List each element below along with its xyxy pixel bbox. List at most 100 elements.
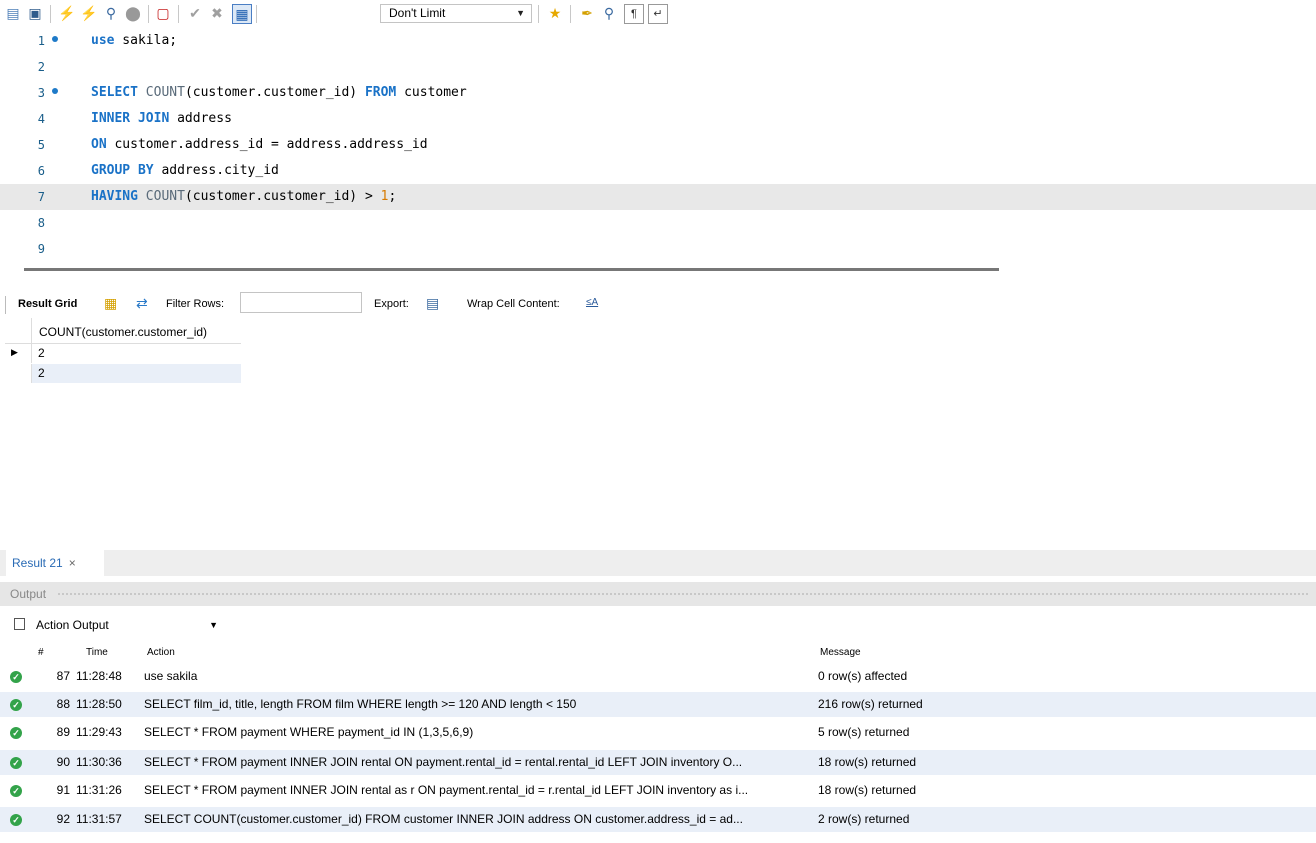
toolbar-grip (5, 296, 6, 314)
find-icon[interactable]: ⚲ (600, 4, 618, 22)
row-time: 11:31:26 (76, 783, 122, 797)
sql-editor[interactable]: 1 use sakila; 2 3 SELECT COUNT(customer.… (0, 28, 1316, 262)
toolbar-separator (570, 5, 571, 23)
row-number: 89 (56, 725, 70, 739)
result-grid-toolbar: Result Grid ▦ ⇄ Filter Rows: Export: ▤ W… (0, 292, 1316, 318)
editor-line: 8 (0, 210, 1316, 236)
export-label: Export: (374, 298, 409, 310)
result-tab-bar: Result 21 × (0, 550, 1316, 576)
bookmark-icon[interactable]: ★ (546, 4, 564, 22)
wrap-cell-icon[interactable]: ≤A (586, 297, 598, 308)
table-row[interactable]: 2 (5, 364, 241, 383)
success-check-icon: ✓ (10, 699, 22, 711)
row-message: 216 row(s) returned (818, 697, 923, 711)
statement-marker-icon (52, 88, 58, 94)
editor-line: 1 use sakila; (0, 28, 1316, 54)
open-folder-icon[interactable]: ▤ (4, 4, 22, 22)
output-row[interactable]: ✓ 88 11:28:50 SELECT film_id, title, len… (0, 692, 1316, 717)
output-type-select[interactable]: Action Output ▼ (36, 614, 226, 636)
editor-line: 2 (0, 54, 1316, 80)
column-header[interactable]: COUNT(customer.customer_id) (39, 325, 207, 339)
output-row[interactable]: ✓ 91 11:31:26 SELECT * FROM payment INNE… (0, 778, 1316, 803)
row-action: SELECT * FROM payment INNER JOIN rental … (144, 755, 743, 769)
cell-value[interactable]: 2 (38, 346, 45, 360)
explain-icon[interactable]: ⚲ (102, 4, 120, 22)
execute-current-icon[interactable]: ⚡ (80, 4, 98, 22)
line-number: 8 (37, 216, 45, 230)
output-type-value: Action Output (36, 618, 109, 632)
execute-icon[interactable]: ⚡ (58, 4, 76, 22)
row-time: 11:29:43 (76, 725, 122, 739)
autocommit-icon[interactable]: ▦ (232, 4, 252, 24)
row-action: SELECT * FROM payment INNER JOIN rental … (144, 783, 749, 797)
tab-result-21[interactable]: Result 21 × (6, 550, 104, 576)
col-message: Message (820, 647, 861, 658)
copy-icon[interactable] (14, 618, 25, 630)
row-number: 87 (56, 669, 70, 683)
col-time: Time (86, 647, 108, 658)
current-row-icon: ▶ (11, 347, 18, 357)
wrap-icon[interactable]: ↵ (648, 4, 668, 24)
chevron-down-icon: ▼ (209, 620, 218, 630)
editor-line: 6 GROUP BY address.city_id (0, 158, 1316, 184)
code-text: GROUP BY address.city_id (91, 163, 279, 178)
col-action: Action (147, 647, 175, 658)
output-row[interactable]: ✓ 87 11:28:48 use sakila 0 row(s) affect… (0, 664, 1316, 689)
grid-view-icon[interactable]: ▦ (104, 295, 117, 312)
result-grid-tab[interactable]: Result Grid (18, 298, 77, 310)
row-message: 18 row(s) returned (818, 755, 917, 769)
cell-value[interactable]: 2 (38, 366, 45, 380)
invisible-chars-icon[interactable]: ¶ (624, 4, 644, 24)
output-row[interactable]: ✓ 89 11:29:43 SELECT * FROM payment WHER… (0, 720, 1316, 745)
row-message: 18 row(s) returned (818, 783, 917, 797)
line-number: 3 (37, 86, 45, 100)
row-action: SELECT film_id, title, length FROM film … (144, 697, 577, 711)
stop-icon[interactable]: ⬤ (124, 4, 142, 22)
refresh-icon[interactable]: ⇄ (136, 295, 148, 312)
beautify-icon[interactable]: ✒ (578, 4, 596, 22)
editor-line: 9 (0, 236, 1316, 262)
output-title: Output (10, 587, 47, 601)
success-check-icon: ✓ (10, 785, 22, 797)
code-text: ON customer.address_id = address.address… (91, 137, 428, 152)
row-number: 91 (56, 783, 70, 797)
row-time: 11:31:57 (76, 812, 122, 826)
editor-horizontal-scrollbar[interactable] (24, 268, 999, 271)
row-limit-select[interactable]: Don't Limit ▼ (380, 4, 532, 23)
row-message: 0 row(s) affected (818, 669, 908, 683)
filter-rows-input[interactable] (240, 292, 362, 313)
toolbar-separator (538, 5, 539, 23)
line-number: 4 (37, 112, 45, 126)
row-time: 11:28:48 (76, 669, 122, 683)
row-time: 11:28:50 (76, 697, 122, 711)
row-limit-value: Don't Limit (389, 6, 446, 20)
success-check-icon: ✓ (10, 814, 22, 826)
code-text: use sakila; (91, 33, 178, 48)
toolbar-separator (256, 5, 257, 23)
save-icon[interactable]: ▣ (26, 4, 44, 22)
toolbar-separator (148, 5, 149, 23)
row-header: ▶ (5, 344, 32, 363)
output-row[interactable]: ✓ 92 11:31:57 SELECT COUNT(customer.cust… (0, 807, 1316, 832)
row-number: 92 (56, 812, 70, 826)
col-num: # (38, 647, 44, 658)
commit-icon[interactable]: ✔ (186, 4, 204, 22)
output-table-header: # Time Action Message (0, 645, 1316, 663)
line-number: 1 (37, 34, 45, 48)
row-action: SELECT * FROM payment WHERE payment_id I… (144, 725, 474, 739)
close-icon[interactable]: × (69, 556, 76, 570)
output-panel-header: Output (0, 582, 1316, 606)
filter-rows-label: Filter Rows: (166, 298, 225, 310)
toggle-continue-icon[interactable]: ▢ (154, 4, 172, 22)
panel-grip (58, 593, 1308, 597)
output-row[interactable]: ✓ 90 11:30:36 SELECT * FROM payment INNE… (0, 750, 1316, 775)
rollback-icon[interactable]: ✖ (208, 4, 226, 22)
chevron-down-icon: ▼ (516, 8, 525, 18)
tab-label: Result 21 (12, 556, 63, 570)
table-row[interactable]: ▶ 2 (5, 344, 241, 363)
export-icon[interactable]: ▤ (426, 295, 439, 312)
statement-marker-icon (52, 36, 58, 42)
line-number: 2 (37, 60, 45, 74)
success-check-icon: ✓ (10, 757, 22, 769)
line-number: 6 (37, 164, 45, 178)
